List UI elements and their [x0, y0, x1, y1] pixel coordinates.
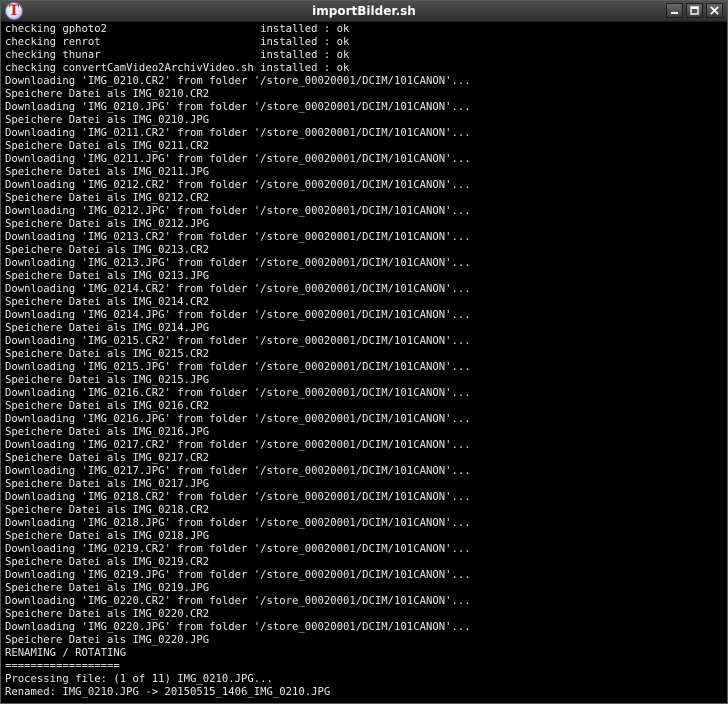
terminal-line: Downloading 'IMG_0220.JPG' from folder '…: [5, 621, 471, 633]
terminal-line: Speichere Datei als IMG_0213.CR2: [5, 244, 210, 256]
window-controls: [666, 3, 723, 18]
terminal-line: Downloading 'IMG_0213.JPG' from folder '…: [5, 257, 471, 269]
window-title: importBilder.sh: [312, 4, 416, 18]
terminal-line: Downloading 'IMG_0214.JPG' from folder '…: [5, 309, 471, 321]
terminal-line: Downloading 'IMG_0211.CR2' from folder '…: [5, 127, 471, 139]
terminal-line: Speichere Datei als IMG_0214.CR2: [5, 296, 210, 308]
terminal-line: Speichere Datei als IMG_0212.CR2: [5, 192, 210, 204]
terminal-line: Speichere Datei als IMG_0215.JPG: [5, 374, 210, 386]
terminal-line: Downloading 'IMG_0211.JPG' from folder '…: [5, 153, 471, 165]
minimize-button[interactable]: [666, 3, 683, 18]
terminal-line: Downloading 'IMG_0213.CR2' from folder '…: [5, 231, 471, 243]
terminal-line: Speichere Datei als IMG_0217.CR2: [5, 452, 210, 464]
terminal-line: Downloading 'IMG_0215.JPG' from folder '…: [5, 361, 471, 373]
terminal-line: ==================: [5, 660, 120, 672]
terminal-line: Downloading 'IMG_0218.CR2' from folder '…: [5, 491, 471, 503]
terminal-line: Downloading 'IMG_0212.JPG' from folder '…: [5, 205, 471, 217]
terminal-line: Speichere Datei als IMG_0219.CR2: [5, 556, 210, 568]
terminal-line: checking gphoto2 installed : ok: [5, 23, 350, 35]
terminal-line: Downloading 'IMG_0210.JPG' from folder '…: [5, 101, 471, 113]
maximize-button[interactable]: [686, 3, 703, 18]
app-icon[interactable]: T: [5, 2, 23, 20]
terminal-line: Speichere Datei als IMG_0211.CR2: [5, 140, 210, 152]
terminal-line: Downloading 'IMG_0217.CR2' from folder '…: [5, 439, 471, 451]
title-bar[interactable]: T importBilder.sh: [1, 1, 727, 22]
terminal-line: Downloading 'IMG_0218.JPG' from folder '…: [5, 517, 471, 529]
terminal-line: Downloading 'IMG_0210.CR2' from folder '…: [5, 75, 471, 87]
terminal-line: Speichere Datei als IMG_0212.JPG: [5, 218, 210, 230]
terminal-line: Processing file: (1 of 11) IMG_0210.JPG.…: [5, 673, 273, 685]
maximize-icon: [690, 6, 699, 15]
terminal-line: Downloading 'IMG_0217.JPG' from folder '…: [5, 465, 471, 477]
close-button[interactable]: [706, 3, 723, 18]
terminal-line: Speichere Datei als IMG_0214.JPG: [5, 322, 210, 334]
terminal-line: checking renrot installed : ok: [5, 36, 350, 48]
terminal-output[interactable]: checking gphoto2 installed : ok checking …: [5, 23, 723, 703]
terminal-line: Downloading 'IMG_0220.CR2' from folder '…: [5, 595, 471, 607]
minimize-icon: [671, 12, 678, 14]
terminal-line: Speichere Datei als IMG_0220.JPG: [5, 634, 210, 646]
terminal-window: T importBilder.sh checking gphoto2 insta…: [0, 0, 728, 704]
terminal-line: Speichere Datei als IMG_0213.JPG: [5, 270, 210, 282]
terminal-line: Downloading 'IMG_0212.CR2' from folder '…: [5, 179, 471, 191]
terminal-line: Speichere Datei als IMG_0216.CR2: [5, 400, 210, 412]
terminal-line: Speichere Datei als IMG_0220.CR2: [5, 608, 210, 620]
terminal-line: Downloading 'IMG_0219.JPG' from folder '…: [5, 569, 471, 581]
close-icon: [710, 6, 719, 15]
terminal-line: Speichere Datei als IMG_0219.JPG: [5, 582, 210, 594]
terminal-line: Downloading 'IMG_0219.CR2' from folder '…: [5, 543, 471, 555]
terminal-line: Speichere Datei als IMG_0218.JPG: [5, 530, 210, 542]
terminal-line: Downloading 'IMG_0216.CR2' from folder '…: [5, 387, 471, 399]
terminal-line: Speichere Datei als IMG_0210.JPG: [5, 114, 210, 126]
terminal-line: Downloading 'IMG_0214.CR2' from folder '…: [5, 283, 471, 295]
terminal-line: Speichere Datei als IMG_0211.JPG: [5, 166, 210, 178]
terminal-line: Speichere Datei als IMG_0210.CR2: [5, 88, 210, 100]
terminal-line: Speichere Datei als IMG_0218.CR2: [5, 504, 210, 516]
terminal-line: checking thunar installed : ok: [5, 49, 350, 61]
terminal-line: Speichere Datei als IMG_0215.CR2: [5, 348, 210, 360]
terminal-line: Renamed: IMG_0210.JPG -> 20150515_1406_I…: [5, 686, 331, 698]
terminal-line: Downloading 'IMG_0215.CR2' from folder '…: [5, 335, 471, 347]
terminal-line: Speichere Datei als IMG_0216.JPG: [5, 426, 210, 438]
terminal-line: RENAMING / ROTATING: [5, 647, 127, 659]
terminal-line: Speichere Datei als IMG_0217.JPG: [5, 478, 210, 490]
terminal-line: checking convertCamVideo2ArchivVideo.sh …: [5, 62, 350, 74]
terminal-line: Downloading 'IMG_0216.JPG' from folder '…: [5, 413, 471, 425]
